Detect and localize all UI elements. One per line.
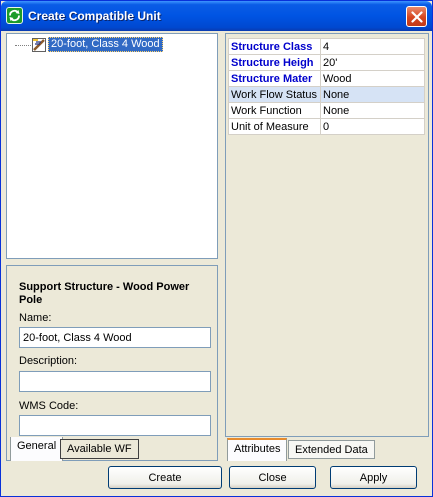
unit-tree[interactable]: 20-foot, Class 4 Wood [6,33,218,259]
description-field[interactable] [19,371,211,392]
attribute-name: Work Flow Status [228,86,321,103]
name-field[interactable] [19,327,211,348]
tree-item-label[interactable]: 20-foot, Class 4 Wood [48,37,163,52]
attribute-row[interactable]: Unit of Measure 0 [228,118,425,135]
tab-extended-data[interactable]: Extended Data [288,440,375,459]
attribute-value[interactable]: 4 [320,38,425,55]
attribute-row[interactable]: Work Flow Status None [228,86,425,103]
attribute-row[interactable]: Structure Mater Wood [228,70,425,87]
close-window-button[interactable] [406,6,427,27]
description-label: Description: [19,355,78,367]
close-button[interactable]: Close [229,466,316,489]
pole-icon [32,38,46,52]
tab-attributes[interactable]: Attributes [227,438,288,461]
close-icon [411,11,423,23]
attribute-value[interactable]: Wood [320,70,425,87]
attribute-value[interactable]: 0 [320,118,425,135]
attribute-name: Structure Class [228,38,321,55]
attribute-row[interactable]: Structure Heigh 20' [228,54,425,71]
attribute-name: Work Function [228,102,321,119]
tree-connector [15,45,31,46]
attribute-value[interactable]: 20' [320,54,425,71]
apply-button[interactable]: Apply [330,466,417,489]
left-tab-strip: General Available WF [6,437,218,461]
attribute-value[interactable]: None [320,86,425,103]
general-properties-panel: Support Structure - Wood Power Pole Name… [6,265,218,461]
attributes-grid-panel: Structure Class 4 Structure Heigh 20' St… [225,33,429,437]
app-refresh-icon [6,7,23,24]
wms-code-field[interactable] [19,415,211,436]
create-compatible-unit-dialog: Create Compatible Unit 20-foot, Class 4 … [0,0,433,497]
attributes-grid: Structure Class 4 Structure Heigh 20' St… [228,38,425,135]
window-title: Create Compatible Unit [28,9,161,23]
attribute-value[interactable]: None [320,102,425,119]
tab-general[interactable]: General [10,437,64,461]
name-label: Name: [19,312,52,324]
unit-type-heading: Support Structure - Wood Power Pole [19,281,190,306]
tab-available-wf[interactable]: Available WF [60,439,139,459]
attribute-row[interactable]: Work Function None [228,102,425,119]
title-bar[interactable]: Create Compatible Unit [1,1,432,31]
attribute-name: Unit of Measure [228,118,321,135]
attribute-row[interactable]: Structure Class 4 [228,38,425,55]
attribute-name: Structure Mater [228,70,321,87]
attribute-name: Structure Heigh [228,54,321,71]
right-tab-strip: Attributes Extended Data [225,437,429,461]
create-button[interactable]: Create [108,466,222,489]
wms-code-label: WMS Code: [19,400,79,412]
